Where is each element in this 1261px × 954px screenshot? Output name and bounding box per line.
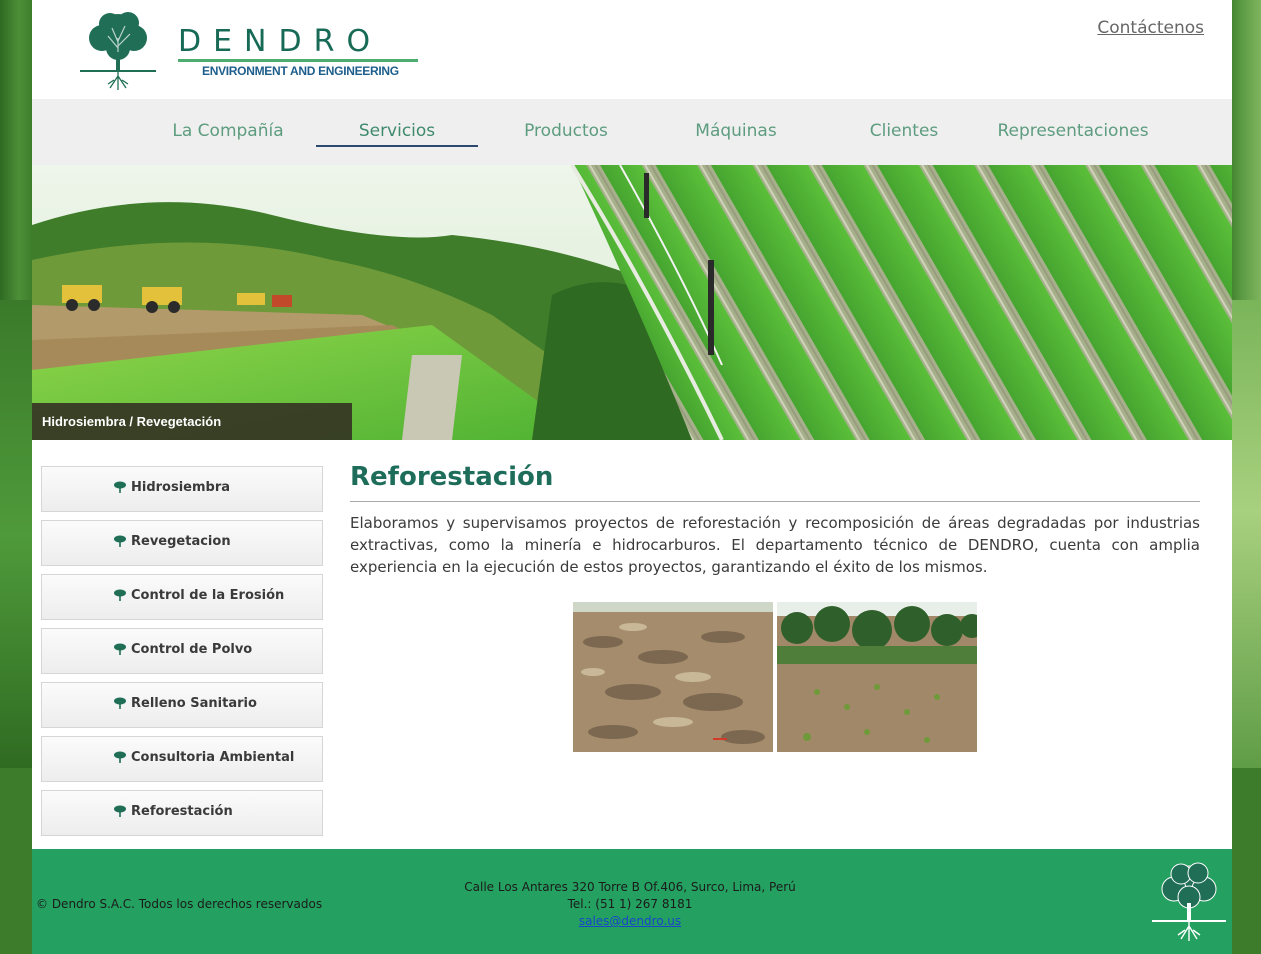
tree-icon [114,643,126,655]
sidebar-item-reforestacion[interactable]: Reforestación [41,790,323,836]
banner-caption: Hidrosiembra / Revegetación [32,403,352,440]
nav-item-la-compania[interactable]: La Compañía [148,121,308,141]
nav-active-indicator [316,145,478,147]
copyright-text: © Dendro S.A.C. Todos los derechos reser… [36,897,323,911]
reforested-land-photo[interactable] [777,602,977,752]
background-left-panel [0,300,32,770]
footer-email-link[interactable]: sales@dendro.us [432,913,828,930]
main-content: Reforestación Elaboramos y supervisamos … [350,460,1200,752]
tree-icon [114,589,126,601]
title-divider [350,501,1200,502]
background-right-panel [1232,300,1261,770]
nav-item-clientes[interactable]: Clientes [824,121,984,141]
nav-item-productos[interactable]: Productos [486,121,646,141]
sidebar-item-control-erosion[interactable]: Control de la Erosión [41,574,323,620]
main-nav: La Compañía Servicios Productos Máquinas… [32,99,1232,165]
sidebar-item-hidrosiembra[interactable]: Hidrosiembra [41,466,323,512]
nav-item-maquinas[interactable]: Máquinas [656,121,816,141]
sidebar-item-revegetacion[interactable]: Revegetacion [41,520,323,566]
dendro-tree-logo[interactable] [78,8,158,96]
brand-rule [178,59,418,62]
sidebar-item-label: Control de Polvo [131,642,253,657]
brand-logotype[interactable]: DENDRO ENVIRONMENT AND ENGINEERING [178,26,418,78]
footer-tree-icon [1152,862,1226,941]
tree-icon [114,535,126,547]
tree-icon [114,805,126,817]
tree-icon [114,751,126,763]
services-sidebar: Hidrosiembra Revegetacion Control de la … [41,466,323,844]
sidebar-item-consultoria-ambiental[interactable]: Consultoria Ambiental [41,736,323,782]
footer-phone: Tel.: (51 1) 267 8181 [567,897,693,911]
degraded-soil-photo[interactable] [573,602,773,752]
hero-banner: Hidrosiembra / Revegetación [32,165,1232,440]
sidebar-item-label: Control de la Erosión [131,588,285,603]
nav-item-servicios[interactable]: Servicios [316,121,478,141]
description-text: Elaboramos y supervisamos proyectos de r… [350,514,1200,576]
sidebar-item-label: Hidrosiembra [131,480,231,495]
banner-caption-text: Hidrosiembra / Revegetación [42,414,222,429]
footer: © Dendro S.A.C. Todos los derechos reser… [32,849,1232,954]
tree-icon [114,481,126,493]
footer-address-block: Calle Los Antares 320 Torre B Of.406, Su… [432,879,828,930]
sidebar-item-relleno-sanitario[interactable]: Relleno Sanitario [41,682,323,728]
brand-name: DENDRO [178,24,383,59]
sidebar-item-label: Reforestación [131,804,233,819]
sidebar-item-control-polvo[interactable]: Control de Polvo [41,628,323,674]
sidebar-item-label: Relleno Sanitario [131,696,257,711]
brand-subtitle: ENVIRONMENT AND ENGINEERING [202,64,399,78]
page-title: Reforestación [350,462,554,492]
contact-link[interactable]: Contáctenos [1097,18,1204,38]
footer-address: Calle Los Antares 320 Torre B Of.406, Su… [464,880,796,894]
page-container: DENDRO ENVIRONMENT AND ENGINEERING Contá… [32,0,1232,954]
sidebar-item-label: Consultoria Ambiental [131,750,295,765]
nav-item-representaciones[interactable]: Representaciones [990,121,1156,141]
sidebar-item-label: Revegetacion [131,534,231,549]
tree-icon [114,697,126,709]
banner-image [32,165,1232,440]
